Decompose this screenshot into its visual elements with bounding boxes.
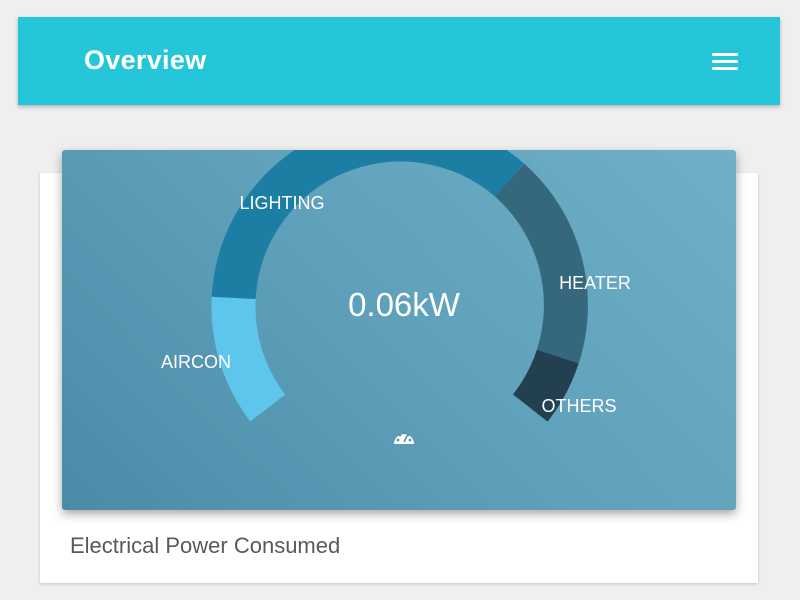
- power-gauge-panel: LIGHTING AIRCON HEATER OTHERS 0.06kW: [62, 150, 736, 510]
- card-caption: Electrical Power Consumed: [70, 533, 341, 558]
- gauge-segment-aircon: [211, 296, 286, 422]
- gauge-segment-heater: [494, 163, 588, 364]
- app-bar: Overview: [18, 17, 780, 105]
- gauge-label-aircon: AIRCON: [161, 352, 231, 372]
- power-gauge: LIGHTING AIRCON HEATER OTHERS 0.06kW: [161, 150, 631, 444]
- gauge-value: 0.06kW: [348, 286, 461, 323]
- page-title: Overview: [84, 45, 207, 75]
- overview-page: Overview LIGHTING AIRCON HEATER OTHERS 0…: [0, 0, 800, 600]
- hamburger-menu-icon[interactable]: [710, 51, 740, 73]
- gauge-label-heater: HEATER: [559, 273, 631, 293]
- gauge-label-others: OTHERS: [541, 396, 616, 416]
- gauge-segment-lighting: [211, 150, 524, 300]
- speedometer-icon: [394, 431, 414, 444]
- gauge-label-lighting: LIGHTING: [239, 193, 324, 213]
